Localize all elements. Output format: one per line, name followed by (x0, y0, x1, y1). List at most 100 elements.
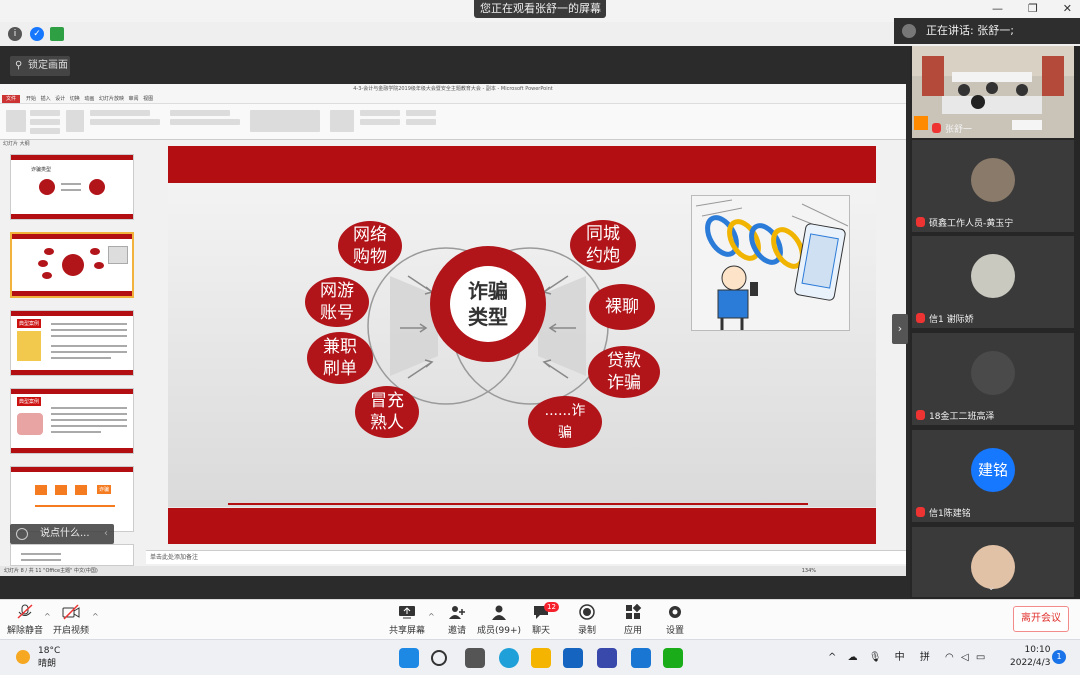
mic-muted-icon (916, 410, 925, 420)
video-options-caret[interactable]: ^ (92, 612, 99, 621)
ppt-ribbon (0, 104, 906, 140)
participant-tile[interactable]: 18金工二班高泽 (912, 333, 1074, 425)
participant-avatar (971, 351, 1015, 395)
app-icon[interactable] (597, 648, 617, 668)
gear-icon (669, 606, 681, 618)
clock[interactable]: 10:10 2022/4/3 (1010, 644, 1050, 670)
pin-icon: ⚲ (15, 60, 23, 71)
leave-meeting-button[interactable]: 离开会议 (1013, 606, 1069, 632)
start-icon[interactable] (399, 648, 419, 668)
zoom-level[interactable]: 134% (802, 566, 816, 576)
system-tray: ^ ☁ 🎙 中 拼 ◠ ◁ ▭ (828, 648, 985, 663)
status-text: 幻灯片 8 / 共 11 "Office主题" 中文(中国) (4, 568, 98, 574)
chevron-up-icon[interactable]: ^ (828, 652, 836, 663)
fraud-cartoon-image (691, 195, 850, 331)
cloud-icon[interactable]: ☁ (848, 652, 858, 663)
lock-screen-label: 锁定画面 (28, 60, 68, 71)
slide-thumbnail[interactable] (10, 544, 134, 566)
bubble-other-fraud: ......诈 骗 (528, 396, 602, 448)
participant-tile[interactable]: 硕鑫工作人员-黄玉宁 (912, 140, 1074, 232)
share-screen-icon (399, 606, 415, 619)
participant-tile[interactable]: ⌄ (912, 527, 1074, 597)
mic-muted-icon (916, 313, 925, 323)
record-icon (579, 604, 595, 620)
lock-screen-button[interactable]: ⚲ 锁定画面 (10, 56, 70, 76)
bubble-online-shopping: 网络 购物 (338, 221, 402, 271)
chat-button[interactable]: 12 聊天 (516, 602, 566, 636)
scroll-down-icon[interactable]: ⌄ (987, 582, 995, 593)
settings-button[interactable]: 设置 (650, 604, 700, 636)
menu-tabs[interactable]: 开始 插入 设计 切换 动画 幻灯片放映 审阅 视图 (26, 95, 153, 102)
mic-muted-icon (17, 604, 33, 619)
comment-placeholder: 说点什么... (40, 528, 90, 539)
slide-thumbnail[interactable]: 诈骗类型 (10, 154, 134, 220)
share-screen-button[interactable]: 共享屏幕 (382, 604, 432, 636)
participant-name: 信1陈建铭 (916, 506, 971, 519)
share-banner[interactable]: 您正在观看张舒一的屏幕 ⋮⋮ (474, 0, 606, 18)
participant-tile[interactable]: 建铭 信1陈建铭 (912, 430, 1074, 522)
chat-badge: 12 (544, 602, 559, 612)
slide-thumbnail-selected[interactable] (10, 232, 134, 298)
mic-icon[interactable]: 🎙 (869, 652, 882, 663)
current-slide: 诈骗 类型 网络 购物 网游 账号 兼职 刷单 冒充 熟人 同城 约炮 裸聊 贷… (168, 146, 876, 544)
meeting-control-bar: 解除静音 ^ 开启视频 ^ 共享屏幕 ^ 邀请 成员(99+) 12 聊天 录制… (0, 599, 1080, 639)
battery-icon[interactable]: ▭ (976, 652, 985, 663)
slide-thumbnail[interactable]: 典型案例 (10, 388, 134, 454)
search-icon[interactable] (431, 650, 447, 666)
thumb-title: 诈骗类型 (31, 167, 52, 173)
sun-icon (16, 650, 30, 664)
center-label-text: 诈骗 类型 (468, 279, 508, 329)
signal-icon[interactable] (50, 27, 64, 41)
participant-avatar (971, 158, 1015, 202)
add-user-icon (449, 606, 465, 619)
task-view-icon[interactable] (465, 648, 485, 668)
collapse-left-icon[interactable]: ‹ (104, 524, 108, 544)
bubble-game-account: 网游 账号 (305, 277, 369, 327)
members-icon (492, 605, 506, 620)
volume-icon[interactable]: ◁ (961, 652, 969, 663)
file-tab[interactable]: 文件 (2, 95, 20, 103)
participant-name: 信1 谢际娇 (916, 312, 974, 325)
notification-badge[interactable]: 1 (1052, 650, 1066, 664)
apps-icon (626, 604, 642, 619)
center-label: 诈骗 类型 (450, 266, 526, 342)
mail-icon[interactable] (563, 648, 583, 668)
temperature: 18°C (38, 646, 61, 656)
record-button[interactable]: 录制 (562, 604, 612, 636)
wifi-icon[interactable]: ◠ (945, 652, 954, 663)
participant-name: 18金工二班高泽 (916, 409, 994, 422)
file-explorer-icon[interactable] (531, 648, 551, 668)
thumb-title: 典型案例 (17, 397, 42, 406)
participant-name: 硕鑫工作人员-黄玉宁 (916, 216, 1013, 229)
unmute-button[interactable]: 解除静音 (0, 604, 50, 636)
ppt-status-bar: 幻灯片 8 / 共 11 "Office主题" 中文(中国) 134% (0, 566, 906, 576)
slide-thumbnail[interactable]: 诈骗 (10, 466, 134, 532)
bubble-part-time: 兼职 刷单 (307, 332, 373, 384)
thumb-title: 典型案例 (17, 319, 42, 328)
notes-placeholder: 单击此处添加备注 (150, 554, 199, 561)
collapse-panel-button[interactable]: › (892, 314, 908, 344)
meeting-app-icon[interactable] (631, 648, 651, 668)
wechat-icon[interactable] (663, 648, 683, 668)
bubble-local-dating: 同城 约炮 (570, 220, 636, 270)
weather-widget[interactable]: 18°C 晴朗 (38, 645, 60, 671)
more-icon[interactable]: ⋮⋮ (581, 0, 601, 18)
speaking-label: 正在讲话: 张舒一; (926, 24, 1014, 37)
participant-tile[interactable]: 信1 谢际娇 (912, 236, 1074, 328)
notes-pane[interactable]: 单击此处添加备注 (146, 550, 906, 564)
participant-avatar (971, 254, 1015, 298)
slide-thumbnail[interactable]: 典型案例 (10, 310, 134, 376)
host-icon (914, 116, 928, 130)
participant-tile[interactable]: 张舒一 (912, 46, 1074, 138)
info-icon[interactable]: i (8, 27, 22, 41)
comment-input[interactable]: 说点什么... ‹ (10, 524, 114, 544)
ime-language[interactable]: 中 (895, 652, 905, 663)
shield-icon[interactable]: ✓ (30, 27, 44, 41)
start-video-button[interactable]: 开启视频 (46, 604, 96, 636)
mic-muted-icon (916, 507, 925, 517)
slide-panel-tabs[interactable]: 幻灯片 大纲 (0, 140, 138, 149)
weather-condition: 晴朗 (38, 659, 57, 669)
edge-icon[interactable] (499, 648, 519, 668)
speaking-indicator: 正在讲话: 张舒一; (894, 18, 1080, 44)
ime-mode[interactable]: 拼 (920, 652, 930, 663)
